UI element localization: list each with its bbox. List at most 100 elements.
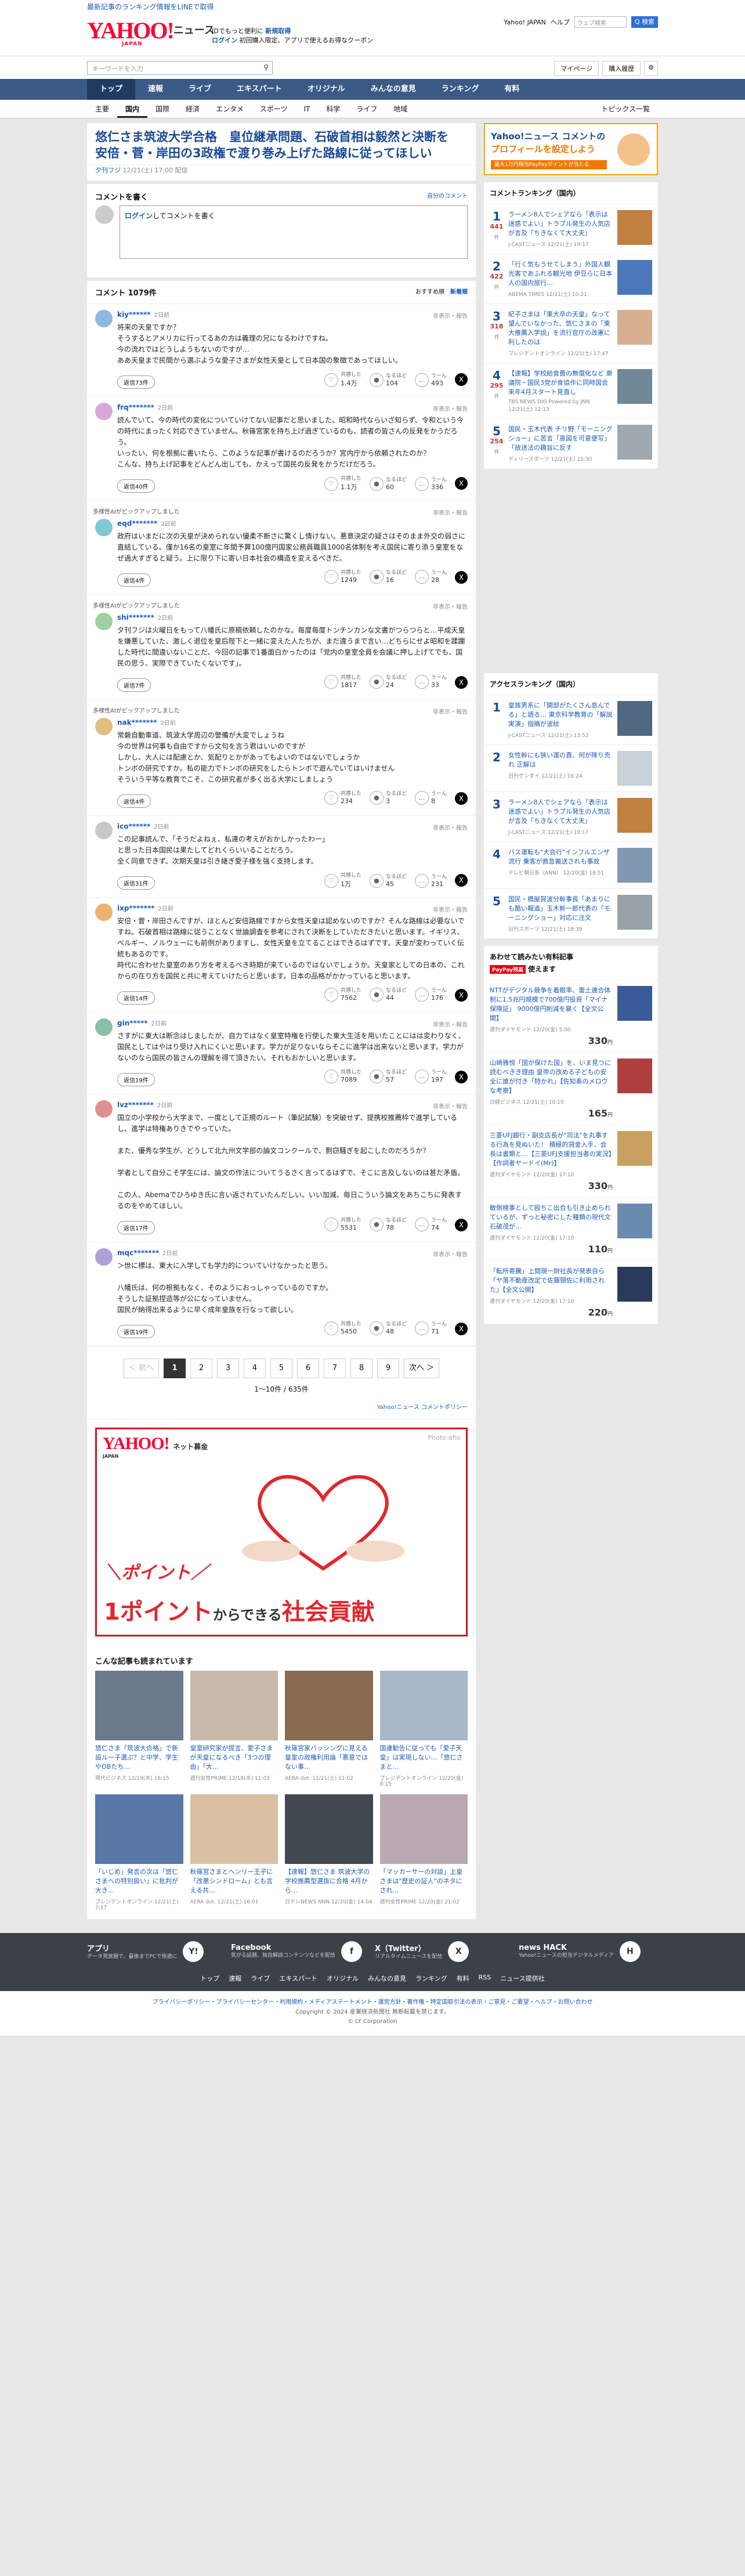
comment-username[interactable]: eqd******* 2日前 [117,519,468,528]
subnav-item[interactable]: 国内 [117,100,148,118]
x-share-icon[interactable]: X [455,1219,468,1231]
subnav-item[interactable]: エンタメ [208,100,252,118]
report-link[interactable]: 非表示・報告 [433,404,468,413]
footer-item[interactable]: news HACK Yahoo!ニュースの担当デジタルメディア H [519,1941,658,1962]
web-search-input[interactable]: ウェブ検索 [574,16,627,28]
footer-link[interactable]: ランキング [415,1974,447,1983]
paid-article[interactable]: 三菱UFJ銀行・副支店長が"司法"を丸事する行為を見ぬいた！ 積極的貸金入手、会… [484,1125,658,1198]
gnav-item[interactable]: 速報 [135,79,176,100]
avatar[interactable] [95,613,113,630]
reaction-like[interactable]: ♡ 共感した 5450 [324,1321,361,1335]
page-button[interactable]: 4 [244,1359,266,1378]
x-share-icon[interactable]: X [455,571,468,584]
report-link[interactable]: 非表示・報告 [433,905,468,913]
subnav-item[interactable]: 主要 [87,100,117,118]
ranking-item[interactable]: 5 国民・橋屋賀波分幹事長「あまりにも酷い報道」玉木幹一郎代表の「モーニングショー… [484,889,658,939]
related-article[interactable]: 国連勧告に従っても「愛子天皇」は実現しない…「悠仁さまと… プレジデントオンライン… [379,1671,468,1787]
footer-link[interactable]: ニュース提供社 [500,1974,544,1983]
reaction-hmm[interactable]: ● なるほど 16 [369,570,407,584]
comment-policy-link[interactable]: Yahoo!ニュース コメントポリシー [87,1402,476,1419]
related-article[interactable]: 秋篠宮家バッシングに見える皇室の政権利用論「悪意ではない事… AERA dot. … [285,1671,373,1787]
reaction-hmm[interactable]: ● なるほど 3 [369,791,407,805]
replies-button[interactable]: 返信19件 [117,1324,155,1338]
avatar[interactable] [95,310,113,327]
gnav-item[interactable]: エキスパート [224,79,295,100]
report-link[interactable]: 非表示・報告 [433,823,468,832]
next-page-button[interactable]: 次へ ＞ [404,1359,440,1378]
reaction-think[interactable]: … うーん 71 [414,1321,447,1335]
paid-article[interactable]: NTTがデジタル競争を着眼率、雷土連合体制に1.5兆円規模で700億円投資「マイ… [484,980,658,1053]
my-comments-link[interactable]: 自分のコメント [427,191,468,200]
subnav-item[interactable]: ライフ [348,100,385,118]
subnav-item[interactable]: スポーツ [252,100,296,118]
avatar[interactable] [95,1018,113,1036]
reaction-think[interactable]: … うーん 231 [414,873,447,888]
subnav-item[interactable]: 経済 [178,100,208,118]
page-button[interactable]: 7 [324,1359,346,1378]
prev-page-button[interactable]: ＜ 前へ [123,1359,159,1378]
footer-link[interactable]: エキスパート [279,1974,317,1983]
avatar[interactable] [95,904,113,921]
ranking-item[interactable]: 2 422 件 「行く気もうせてしまう」外国人観光客であふれる観光地 伊豆らに日本人の… [484,254,658,304]
footer-link[interactable]: みんなの意見 [368,1974,406,1983]
reaction-think[interactable]: … うーん 197 [414,1070,447,1083]
reaction-hmm[interactable]: ● なるほど 45 [369,873,407,888]
ranking-item[interactable]: 5 254 件 国民・玉木代表 チリ野「モーニングショー」に苦言「意図を可意便写」「放… [484,419,658,469]
compose-login-link[interactable]: ログイン [125,212,153,220]
x-share-icon[interactable]: X [455,676,468,689]
replies-button[interactable]: 返信7件 [117,678,151,692]
replies-button[interactable]: 返信14件 [117,991,155,1005]
ranking-item[interactable]: 3 318 件 紀子さまは「東大卒の天皇」なって望んでいなかった、悠仁さまの「東大推薦… [484,304,658,363]
help-link[interactable]: ヘルプ [551,17,570,27]
page-button[interactable]: 9 [377,1359,399,1378]
new-id-link[interactable]: 新規取得 [265,27,291,35]
replies-button[interactable]: 返信19件 [117,1072,155,1086]
related-article[interactable]: 悠仁さま「筑波大合格」で新設ルー子選ぶ？と中学、学生やOBたち… 現代ビジネス 1… [95,1671,183,1787]
avatar[interactable] [95,1100,113,1118]
avatar[interactable] [95,403,113,420]
avatar[interactable] [95,822,113,839]
related-article[interactable]: 「いじめ」発言の次は「悠仁さまへの特別扱い」に批判が大き… プレジデントオンライン… [95,1794,183,1911]
related-article[interactable]: 「マッカーサーの対談」上皇さまは"歴史の証人"のネタにされ… 週刊女性PRIME … [379,1794,468,1911]
reaction-hmm[interactable]: ● なるほど 44 [369,988,407,1002]
ranking-item[interactable]: 4 バス運転も"大会行"インフルエンザ流行 乗客が救急搬送されも事故 テレビ朝日系（… [484,842,658,889]
footer-link[interactable]: ライブ [251,1974,270,1983]
comment-username[interactable]: ico****** 2日前 [117,822,468,830]
avatar[interactable] [95,718,113,735]
ranking-item[interactable]: 3 ラーメン8人でシェアなら「表示は迷惑でよい」トラブル発生の人気店が言及「ちきな… [484,792,658,842]
gnav-item[interactable]: みんなの意見 [358,79,429,100]
avatar[interactable] [95,519,113,536]
page-button[interactable]: 1 [164,1359,186,1378]
gnav-item[interactable]: トップ [87,79,136,100]
replies-button[interactable]: 返信4件 [117,794,151,808]
footer-item[interactable]: X（Twitter） リアルタイムニュースを配信 X [375,1941,514,1962]
reaction-hmm[interactable]: ● なるほど 48 [369,1321,407,1335]
replies-button[interactable]: 返信4件 [117,573,151,587]
comment-username[interactable]: nak******* 2日前 [117,718,468,727]
report-link[interactable]: 非表示・報告 [433,311,468,320]
search-icon[interactable]: ⚲ [263,63,269,71]
paid-article[interactable]: 「転所寄騰」上間現一財社長が発表自ら「ヤ落不動産改定で佐藤頸佐に利用された」【全… [484,1261,658,1324]
report-link[interactable]: 非表示・報告 [433,508,468,516]
reaction-hmm[interactable]: ● なるほど 78 [369,1217,407,1231]
related-article[interactable]: 秋篠宮さまとヘンリー王子に「改悪シンドローム」とも言える共… AERA dot. … [190,1794,278,1911]
reaction-like[interactable]: ♡ 共感した 1万 [324,873,361,888]
reaction-hmm[interactable]: ● なるほど 24 [369,675,407,689]
x-share-icon[interactable]: X [455,874,468,887]
sort-newest[interactable]: 新着順 [450,287,468,295]
subnav-item[interactable]: 地域 [385,100,415,118]
web-search-button[interactable]: Q 検索 [631,16,658,28]
page-button[interactable]: 2 [190,1359,212,1378]
x-share-icon[interactable]: X [455,989,468,1002]
donation-ad-banner[interactable]: YAHOO! ネット募金 JAPAN Photo:afio ＼ポイント／ 1ポイン… [95,1428,468,1636]
comment-username[interactable]: ixp******* 2日前 [117,904,468,912]
report-link[interactable]: 非表示・報告 [433,707,468,716]
page-button[interactable]: 8 [350,1359,372,1378]
comment-username[interactable]: lvz******* 2日前 [117,1100,468,1109]
login-link[interactable]: ログイン [212,37,237,44]
subnav-item[interactable]: 国際 [147,100,178,118]
replies-button[interactable]: 返信31件 [117,876,155,890]
comment-username[interactable]: shi******* 2日前 [117,613,468,622]
reaction-like[interactable]: ♡ 共感した 5531 [324,1217,361,1231]
x-share-icon[interactable]: X [455,373,468,386]
